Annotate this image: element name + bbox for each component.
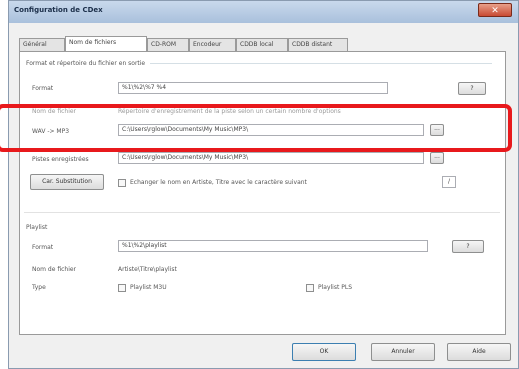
- format-help-button[interactable]: ?: [458, 82, 486, 95]
- tab-cddb-remote[interactable]: CDDB distant: [288, 38, 348, 51]
- m3u-checkbox[interactable]: [118, 284, 126, 292]
- swap-char-input[interactable]: /: [442, 176, 456, 188]
- group-divider: [24, 212, 500, 213]
- tab-encoder[interactable]: Encodeur: [189, 38, 236, 51]
- playlist-format-label: Format: [32, 244, 54, 251]
- m3u-label: Playlist M3U: [130, 284, 167, 291]
- format-section-caption: Format et répertoire du fichier en sorti…: [26, 60, 146, 67]
- config-dialog: Configuration de CDex ✕ Général Nom de f…: [8, 0, 519, 369]
- window-title: Configuration de CDex: [14, 6, 103, 14]
- ok-button[interactable]: OK: [292, 343, 356, 361]
- tab-file-names[interactable]: Nom de fichiers: [65, 36, 147, 51]
- playlist-type-label: Type: [32, 284, 46, 291]
- swap-name-label: Echanger le nom en Artiste, Titre avec l…: [130, 179, 307, 186]
- file-names-panel: Format et répertoire du fichier en sorti…: [19, 51, 506, 335]
- char-substitution-button[interactable]: Car. Substitution: [30, 174, 104, 190]
- playlist-filename-label: Nom de fichier: [32, 266, 77, 273]
- format-label: Format: [32, 85, 54, 92]
- section-divider: [150, 63, 492, 64]
- title-bar[interactable]: Configuration de CDex ✕: [9, 1, 518, 23]
- playlist-section-caption: Playlist: [26, 224, 48, 231]
- pls-checkbox[interactable]: [306, 284, 314, 292]
- tab-cddb-local[interactable]: CDDB local: [236, 38, 288, 51]
- highlight-annotation: [0, 104, 512, 152]
- recorded-tracks-label: Pistes enregistrées: [32, 156, 89, 163]
- playlist-filename-value: Artiste\Titre\playlist: [118, 266, 177, 273]
- playlist-format-input[interactable]: %1\%2\playlist: [118, 240, 428, 252]
- tab-cdrom[interactable]: CD-ROM: [147, 38, 189, 51]
- pls-label: Playlist PLS: [318, 284, 353, 291]
- cancel-button[interactable]: Annuler: [371, 343, 435, 361]
- close-button[interactable]: ✕: [478, 3, 512, 17]
- swap-name-checkbox[interactable]: [118, 179, 126, 187]
- recorded-tracks-path-input[interactable]: C:\Users\rglow\Documents\My Music\MP3\: [118, 152, 424, 164]
- browse-recorded-button[interactable]: ...: [430, 152, 444, 164]
- playlist-format-help-button[interactable]: ?: [452, 240, 484, 253]
- format-input[interactable]: %1\%2\%7 %4: [118, 82, 388, 94]
- close-icon: ✕: [491, 6, 499, 16]
- help-button[interactable]: Aide: [447, 343, 511, 361]
- tab-general[interactable]: Général: [19, 38, 65, 51]
